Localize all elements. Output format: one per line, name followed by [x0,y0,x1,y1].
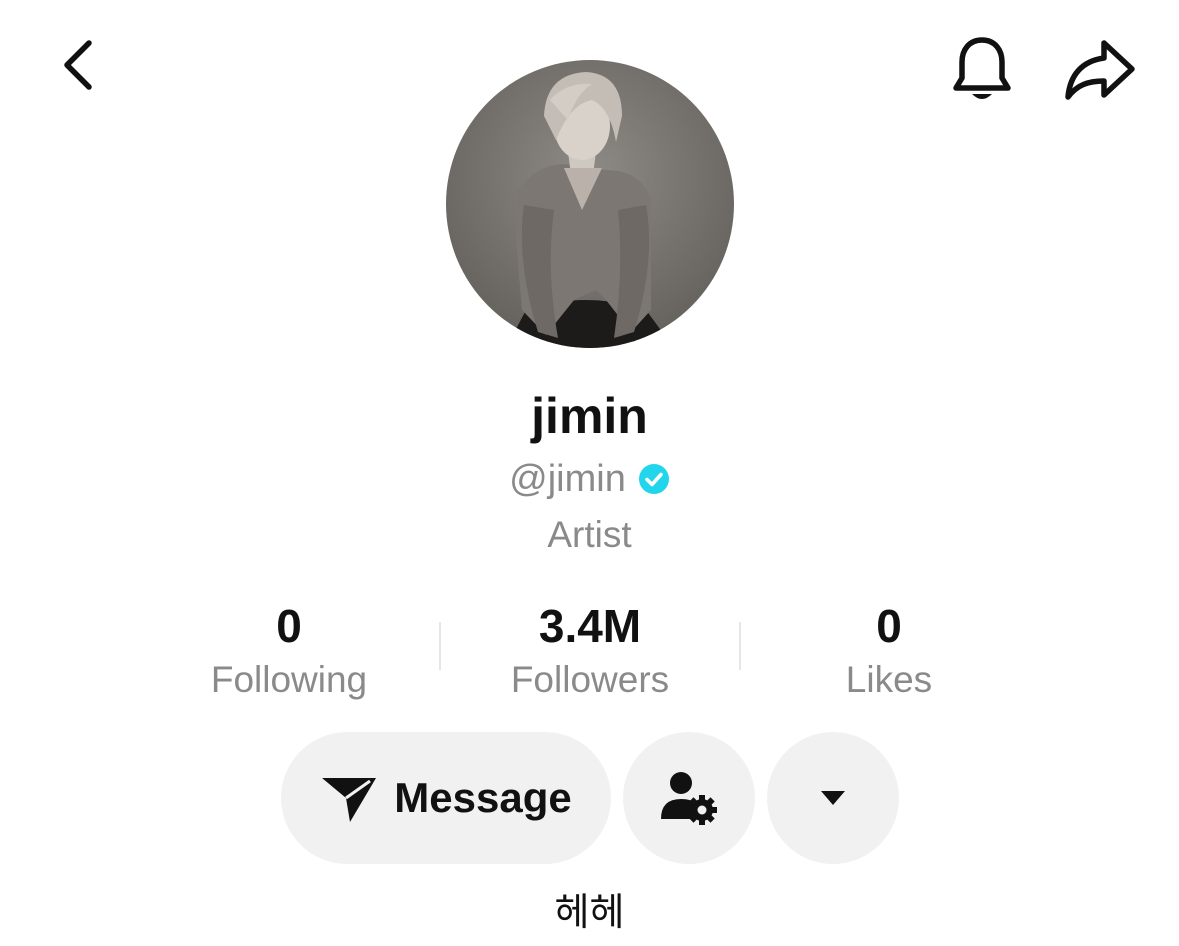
display-name: jimin [531,388,648,444]
add-friend-settings-button[interactable] [623,732,755,864]
stat-label: Following [210,659,368,700]
profile-bio: 헤헤 [554,892,625,934]
stat-value: 0 [276,600,302,652]
profile-avatar[interactable] [446,60,734,348]
share-button[interactable] [1058,28,1142,112]
more-options-button[interactable] [767,732,899,864]
message-button-label: Message [394,774,572,821]
send-icon [322,778,377,822]
notification-bell-button[interactable] [940,28,1024,112]
caret-down-icon [821,791,845,805]
stat-followers[interactable]: 3.4M Followers [440,596,740,704]
stat-value: 0 [876,600,902,652]
avatar-photo [446,60,734,348]
stat-label: Followers [510,659,670,700]
account-category: Artist [547,514,632,555]
stat-value: 3.4M [538,600,642,652]
username-handle: @jimin [509,458,626,500]
back-button[interactable] [44,30,114,100]
stat-label: Likes [845,659,933,700]
bell-icon [953,37,1011,99]
chevron-left-icon [64,40,92,90]
verified-badge-icon [638,463,670,495]
user-settings-icon [661,772,717,825]
stat-following[interactable]: 0 Following [139,596,439,704]
stat-likes[interactable]: 0 Likes [739,596,1039,704]
message-button[interactable]: Message [281,732,611,864]
handle-row: @jimin [0,454,1179,504]
share-arrow-icon [1065,40,1135,100]
